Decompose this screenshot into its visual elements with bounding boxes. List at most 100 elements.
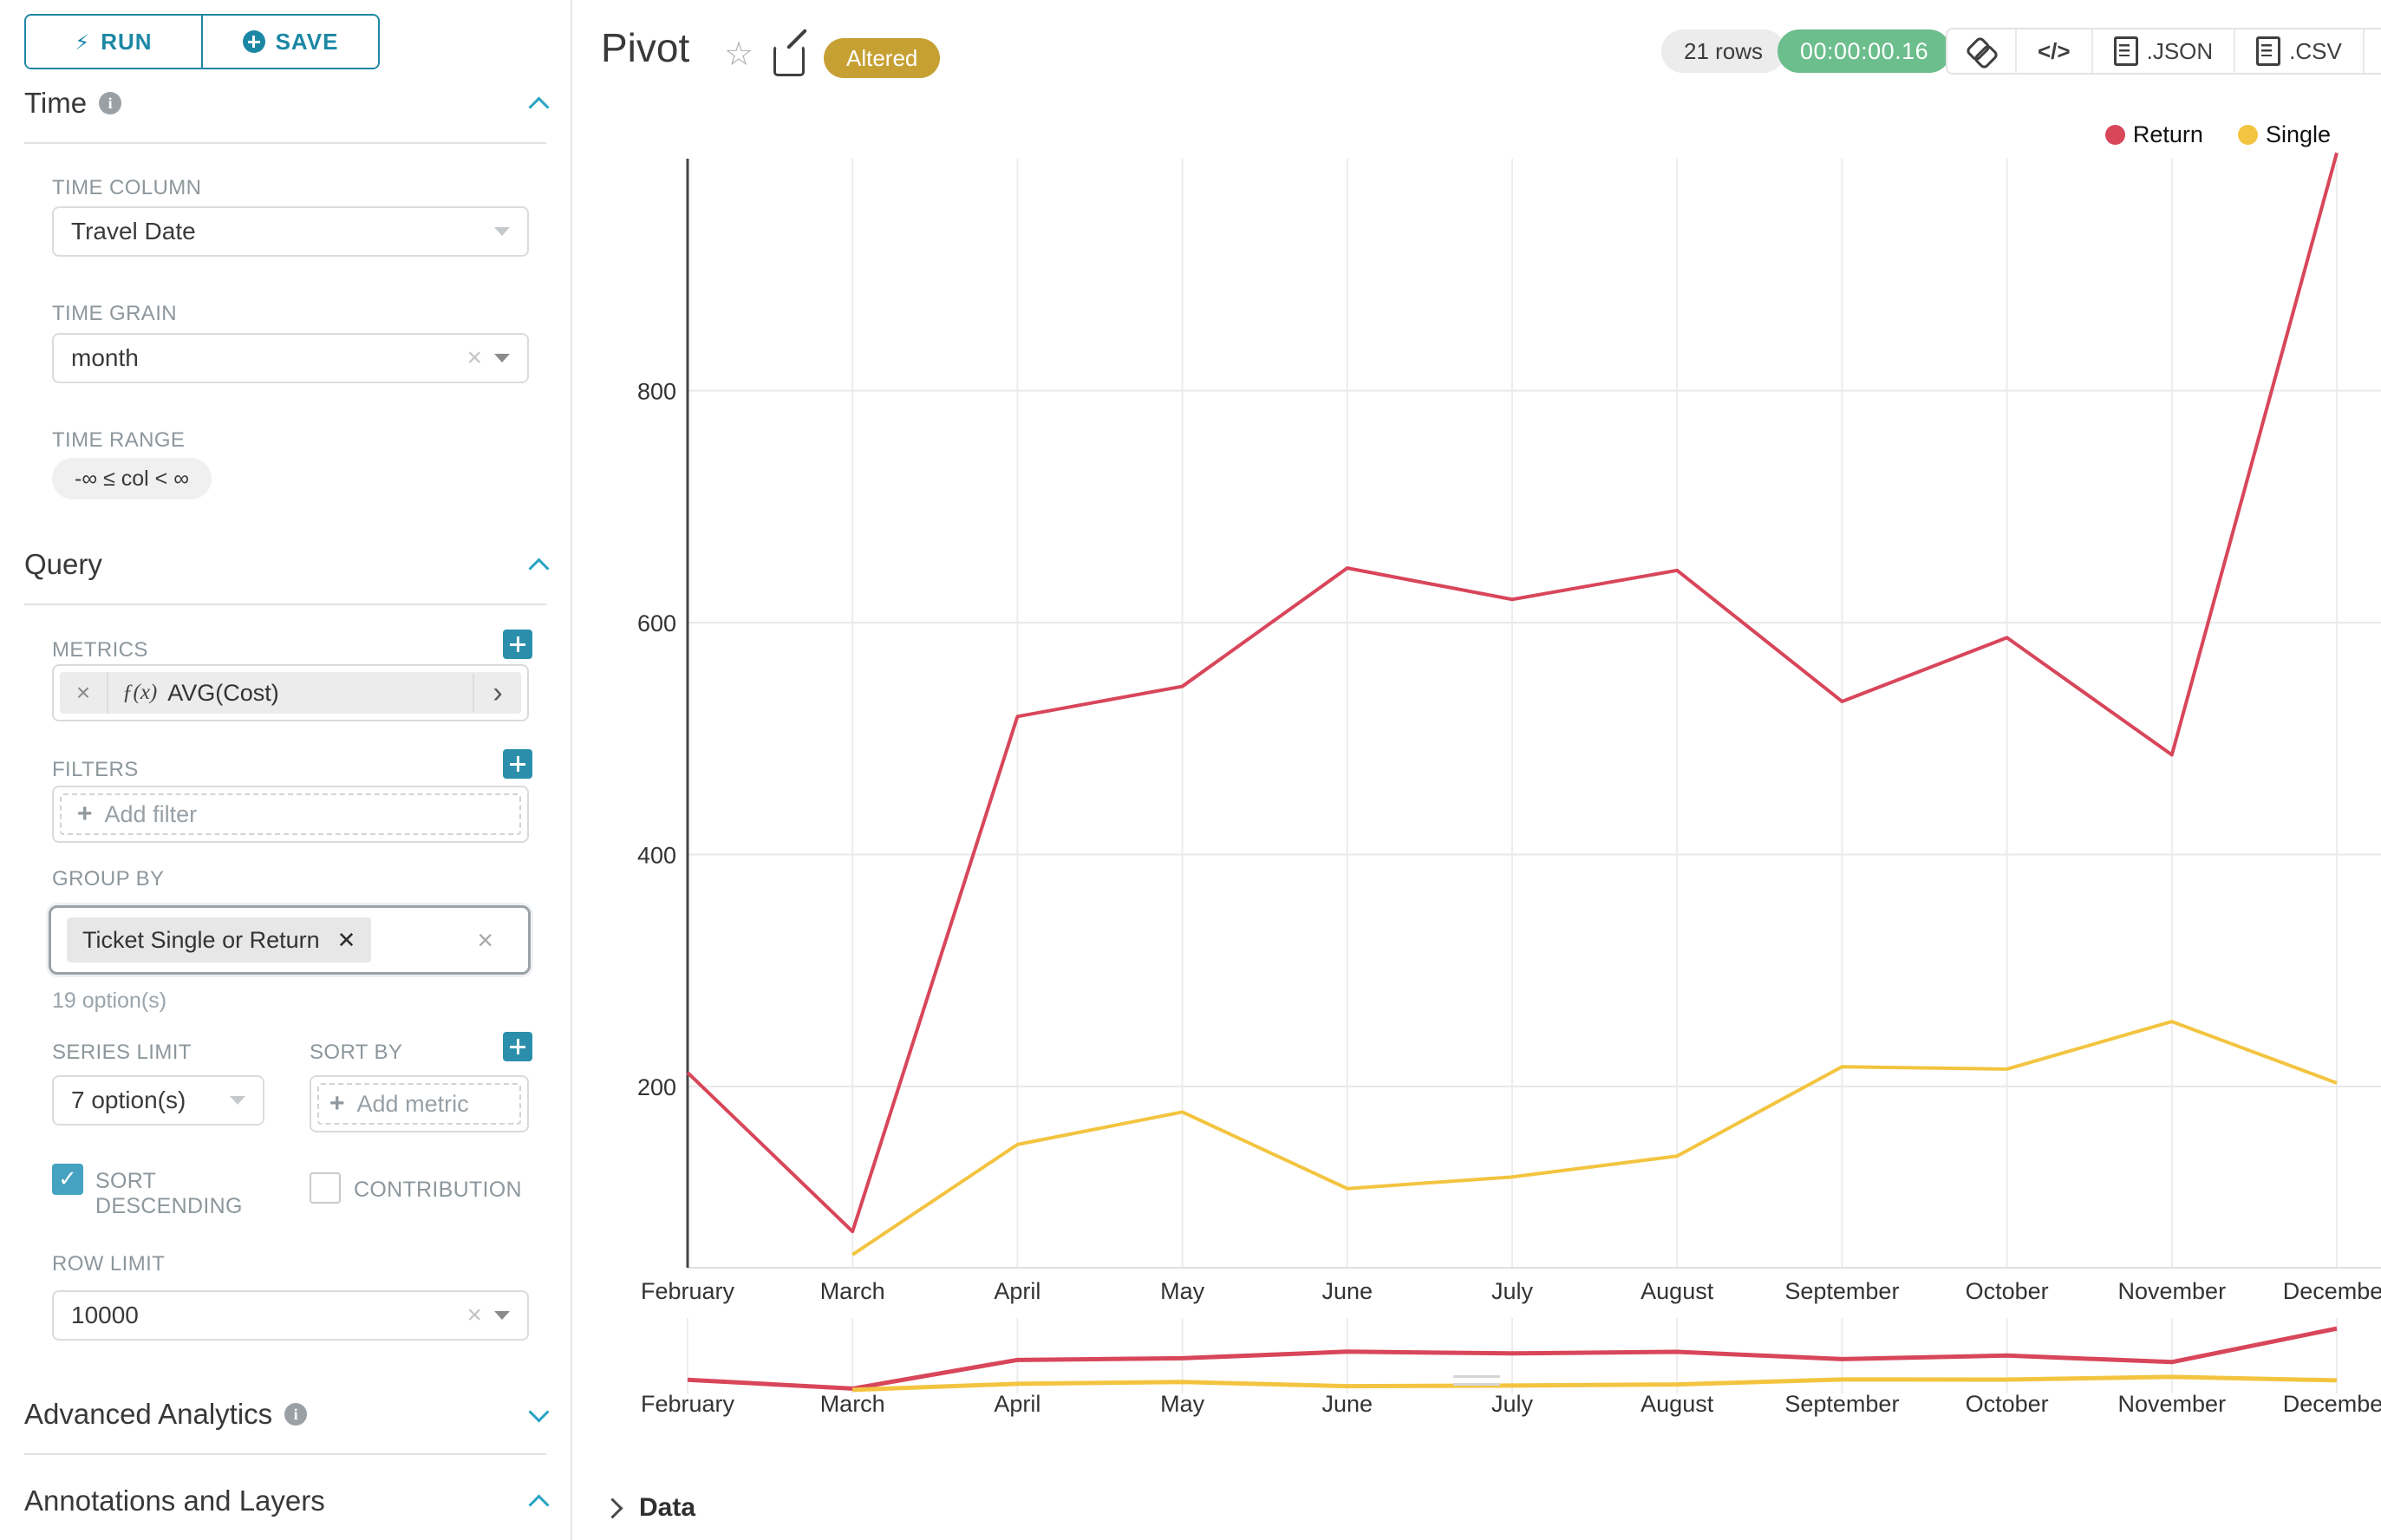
sort-by-container: + Add metric <box>310 1075 529 1132</box>
section-header-query[interactable]: Query <box>24 548 546 605</box>
svg-text:600: 600 <box>637 610 676 636</box>
time-range-pill[interactable]: -∞ ≤ col < ∞ <box>52 458 212 499</box>
chevron-down-icon[interactable] <box>528 1401 549 1422</box>
clear-icon[interactable]: × <box>477 924 493 956</box>
clear-icon[interactable]: × <box>466 343 482 373</box>
section-title: Query <box>24 548 102 581</box>
query-timer-pill: 00:00:00.16 <box>1778 29 1951 73</box>
time-column-select[interactable]: Travel Date <box>52 206 529 257</box>
info-icon[interactable] <box>99 92 121 114</box>
svg-text:September: September <box>1784 1278 1899 1304</box>
svg-text:April: April <box>994 1278 1040 1304</box>
section-title: Time <box>24 87 87 120</box>
svg-text:May: May <box>1160 1391 1205 1417</box>
time-range-label: TIME RANGE <box>52 428 185 453</box>
row-count-pill: 21 rows <box>1661 29 1785 73</box>
row-limit-select[interactable]: 10000 × <box>52 1290 529 1341</box>
add-sort-metric-dropzone[interactable]: + Add metric <box>317 1083 521 1125</box>
group-by-tag-label: Ticket Single or Return <box>82 927 320 954</box>
series-limit-select[interactable]: 7 option(s) <box>52 1075 264 1126</box>
sort-by-label: SORT BY <box>310 1041 402 1065</box>
link-icon <box>1968 38 1994 64</box>
share-link-button[interactable] <box>1947 29 2017 73</box>
chevron-right-icon <box>602 1498 623 1518</box>
add-filter-button[interactable] <box>503 749 532 779</box>
svg-text:February: February <box>641 1278 735 1304</box>
caret-down-icon <box>494 227 510 236</box>
group-by-select[interactable]: Ticket Single or Return ✕ × <box>49 905 531 975</box>
line-chart[interactable]: 200400600800FebruaryFebruaryMarchMarchAp… <box>572 87 2381 1439</box>
favorite-star-icon[interactable] <box>724 35 753 73</box>
caret-down-icon <box>494 354 510 362</box>
export-json-button[interactable]: .JSON <box>2093 29 2236 73</box>
chevron-up-icon[interactable] <box>528 96 549 117</box>
edit-pencil-icon[interactable] <box>773 45 805 76</box>
plus-icon: + <box>77 799 93 829</box>
plus-circle-icon <box>243 30 265 53</box>
series-limit-value: 7 option(s) <box>71 1086 186 1114</box>
group-by-label: GROUP BY <box>52 867 164 891</box>
altered-badge[interactable]: Altered <box>824 38 940 78</box>
svg-text:200: 200 <box>637 1074 676 1100</box>
chevron-up-icon[interactable] <box>528 1494 549 1515</box>
view-query-button[interactable]: </> <box>2017 29 2093 73</box>
svg-text:September: September <box>1784 1391 1899 1417</box>
add-filter-placeholder: Add filter <box>105 801 198 828</box>
time-column-value: Travel Date <box>71 218 196 245</box>
save-button-label: SAVE <box>276 29 339 55</box>
chevron-up-icon[interactable] <box>528 558 549 578</box>
row-limit-value: 10000 <box>71 1302 139 1329</box>
export-csv-button[interactable]: .CSV <box>2235 29 2365 73</box>
remove-metric-icon[interactable]: × <box>60 672 108 714</box>
section-header-advanced-analytics[interactable]: Advanced Analytics <box>24 1398 546 1455</box>
info-icon[interactable] <box>284 1403 307 1426</box>
lightning-icon <box>75 29 90 55</box>
time-grain-select[interactable]: month × <box>52 333 529 383</box>
add-metric-button[interactable] <box>503 630 532 659</box>
metrics-label: METRICS <box>52 638 148 662</box>
svg-text:April: April <box>994 1391 1040 1417</box>
section-title: Annotations and Layers <box>24 1485 325 1517</box>
svg-text:February: February <box>641 1391 735 1417</box>
superset-explore-view: RUN SAVE Time TIME COLUMN Travel Date TI… <box>0 0 2381 1540</box>
clear-icon[interactable]: × <box>466 1301 482 1330</box>
section-header-time[interactable]: Time <box>24 87 546 144</box>
svg-text:November: November <box>2118 1391 2227 1417</box>
chevron-right-icon[interactable]: › <box>473 674 521 712</box>
filters-container: + Add filter <box>52 786 529 843</box>
row-limit-label: ROW LIMIT <box>52 1252 165 1276</box>
chart-toolbar: </> .JSON .CSV <box>1946 28 2381 75</box>
sort-descending-checkbox[interactable] <box>52 1164 83 1195</box>
svg-text:March: March <box>820 1278 885 1304</box>
panel-resize-handle[interactable] <box>1453 1375 1500 1391</box>
contribution-checkbox[interactable] <box>310 1172 341 1204</box>
svg-text:July: July <box>1491 1278 1534 1304</box>
more-options-button[interactable] <box>2365 29 2381 73</box>
group-by-tag: Ticket Single or Return ✕ <box>67 917 371 962</box>
run-save-button-group: RUN SAVE <box>24 14 380 69</box>
svg-text:October: October <box>1966 1391 2049 1417</box>
svg-text:June: June <box>1322 1278 1373 1304</box>
svg-text:800: 800 <box>637 379 676 405</box>
sort-by-placeholder: Add metric <box>357 1091 469 1118</box>
save-button[interactable]: SAVE <box>203 16 378 68</box>
add-sort-metric-button[interactable] <box>503 1032 532 1061</box>
filters-label: FILTERS <box>52 758 139 782</box>
svg-text:August: August <box>1641 1278 1714 1304</box>
contribution-label: CONTRIBUTION <box>354 1178 522 1203</box>
group-by-options-hint: 19 option(s) <box>52 989 166 1014</box>
run-button-label: RUN <box>101 29 152 55</box>
svg-text:June: June <box>1322 1391 1373 1417</box>
csv-file-icon <box>2256 36 2280 66</box>
time-grain-label: TIME GRAIN <box>52 302 177 326</box>
section-title: Advanced Analytics <box>24 1398 272 1431</box>
section-header-annotations[interactable]: Annotations and Layers <box>24 1485 546 1540</box>
metric-pill[interactable]: × ƒ(x) AVG(Cost) › <box>60 672 521 714</box>
add-filter-dropzone[interactable]: + Add filter <box>60 793 521 835</box>
run-button[interactable]: RUN <box>26 16 203 68</box>
remove-tag-icon[interactable]: ✕ <box>337 927 356 954</box>
time-column-label: TIME COLUMN <box>52 176 201 200</box>
chart-title: Pivot <box>601 24 689 71</box>
svg-text:400: 400 <box>637 843 676 869</box>
data-section-toggle[interactable]: Data <box>605 1493 695 1523</box>
